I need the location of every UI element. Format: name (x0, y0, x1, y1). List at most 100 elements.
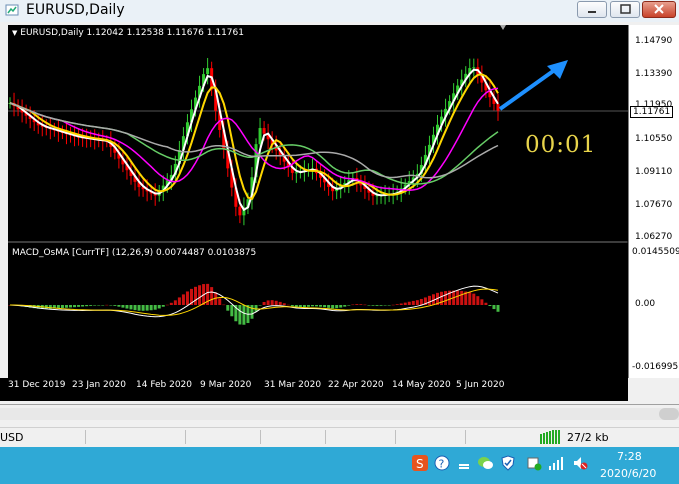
clock-date[interactable]: 2020/6/20 (600, 467, 656, 480)
osma-bar (210, 287, 214, 305)
osma-bar (476, 296, 480, 305)
osma-bar (282, 303, 286, 305)
minimize-icon (588, 11, 596, 13)
date-tick: 31 Dec 2019 (8, 380, 66, 390)
price-tick: 1.06270 (635, 232, 673, 242)
chart-window[interactable]: ▼ EURUSD,Daily 1.12042 1.12538 1.11676 1… (0, 22, 679, 401)
status-symbol: USD (0, 431, 24, 444)
osma-bar (351, 304, 355, 306)
date-tick: 22 Apr 2020 (328, 380, 384, 390)
osma-bar (181, 294, 185, 305)
osma-bar (137, 305, 141, 311)
osma-bar (60, 305, 64, 309)
osma-bar (64, 305, 68, 308)
osma-bar (278, 301, 282, 305)
osma-bar (492, 305, 496, 310)
status-divider (465, 430, 466, 444)
osma-bar (456, 290, 460, 305)
osma-bar (343, 305, 347, 307)
osma-bar (101, 305, 105, 306)
price-chart[interactable] (0, 22, 679, 401)
candle-body (258, 128, 262, 145)
osma-bar (468, 292, 472, 305)
osma-bar (185, 291, 189, 305)
osma-bar (379, 305, 383, 306)
date-tick: 23 Jan 2020 (72, 380, 126, 390)
osma-bar (403, 302, 407, 305)
osma-bar (226, 305, 230, 311)
osma-bar (302, 305, 306, 308)
price-tick: 1.10550 (635, 134, 673, 144)
date-tick: 9 Mar 2020 (200, 380, 252, 390)
close-icon (654, 4, 664, 14)
osma-bar (153, 305, 157, 310)
chart-window-icon (5, 4, 19, 16)
close-button[interactable] (642, 1, 676, 18)
status-divider (185, 430, 186, 444)
network-signal-icon[interactable] (548, 455, 564, 471)
osma-bar (496, 305, 500, 312)
clock-time[interactable]: 7:28 (617, 450, 642, 463)
volume-muted-icon[interactable] (572, 455, 588, 471)
price-tick: 1.07670 (635, 200, 673, 210)
price-tick: 1.14790 (635, 36, 673, 46)
osma-bar (444, 291, 448, 305)
action-center-icon[interactable] (526, 455, 542, 471)
osma-bar (157, 305, 161, 309)
horizontal-scrollbar[interactable] (0, 404, 679, 421)
osma-bar (395, 304, 399, 305)
osma-bar (230, 305, 234, 317)
candle-body (206, 68, 210, 75)
osma-bar (113, 305, 117, 306)
maximize-icon (620, 4, 631, 14)
date-tick: 14 May 2020 (392, 380, 451, 390)
osma-bar (85, 305, 89, 307)
traffic-counter: 27/2 kb (567, 431, 609, 444)
osma-bar (387, 305, 391, 306)
osma-bar (238, 305, 242, 325)
osma-bar (169, 302, 173, 305)
date-tick: 31 Mar 2020 (264, 380, 322, 390)
osma-bar (411, 300, 415, 305)
osma-bar (165, 304, 169, 306)
minimize-button[interactable] (577, 1, 607, 18)
status-bar: USD 27/2 kb (0, 427, 679, 448)
candle-countdown: 00:01 (525, 132, 597, 158)
osma-bar (440, 291, 444, 305)
current-price-label: 1.11761 (630, 106, 674, 118)
osma-bar (89, 305, 93, 306)
scrollbar-track[interactable] (0, 408, 679, 420)
candle-body (238, 206, 242, 216)
osma-bar (327, 305, 331, 308)
osma-bar (480, 299, 484, 305)
symbol-header: ▼ EURUSD,Daily 1.12042 1.12538 1.11676 1… (12, 28, 244, 38)
help-icon[interactable]: ? (434, 455, 450, 471)
scrollbar-thumb[interactable] (659, 408, 679, 420)
osma-bar (73, 305, 77, 308)
osma-bar (290, 305, 294, 307)
osma-bar (339, 305, 343, 308)
sogou-input-icon[interactable]: S (412, 455, 428, 471)
osma-bar (391, 304, 395, 306)
osma-bar (121, 305, 125, 308)
osma-bar (222, 304, 226, 306)
osma-bar (109, 305, 113, 306)
status-divider (260, 430, 261, 444)
osma-bar (161, 305, 165, 307)
osma-bar (81, 305, 85, 307)
tray-settings-icon[interactable] (456, 455, 472, 471)
osma-bar (355, 304, 359, 305)
osma-bar (125, 305, 129, 309)
wechat-icon[interactable] (477, 455, 493, 471)
osma-bar (286, 304, 290, 306)
osma-bar (117, 305, 121, 307)
osma-bar (399, 303, 403, 305)
security-shield-icon[interactable] (500, 455, 516, 471)
osma-bar (133, 305, 137, 311)
osma-bar (129, 305, 133, 310)
window-title: EURUSD,Daily (26, 2, 125, 18)
date-tick: 14 Feb 2020 (136, 380, 193, 390)
indicator-tick: 0.00 (635, 299, 656, 309)
dropdown-triangle-icon[interactable]: ▼ (12, 29, 17, 37)
maximize-button[interactable] (610, 1, 640, 18)
